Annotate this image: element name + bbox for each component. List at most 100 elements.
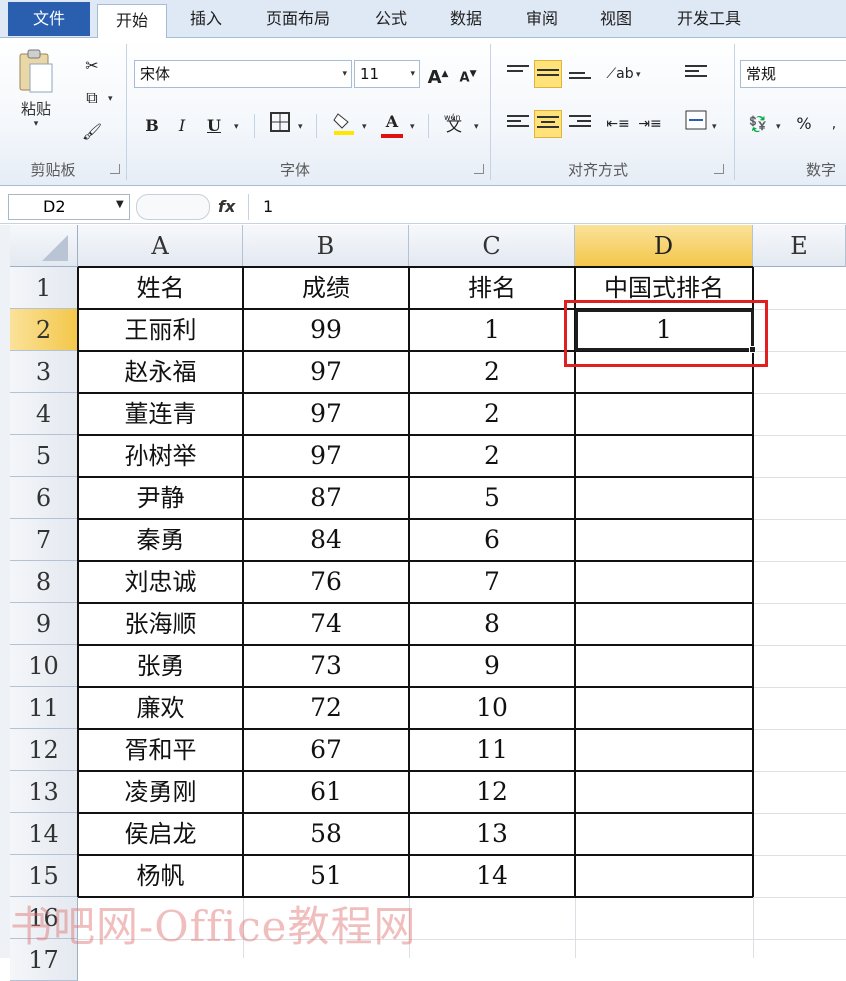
format-painter-icon[interactable]: 🖌 <box>78 118 106 146</box>
formula-bar-resize-handle[interactable] <box>136 194 210 220</box>
column-header-b[interactable]: B <box>243 225 409 267</box>
paste-dropdown-icon[interactable]: ▾ <box>16 119 56 129</box>
align-bottom-button[interactable] <box>566 60 594 88</box>
cell-cn-rank[interactable] <box>575 603 753 645</box>
copy-dropdown-icon[interactable]: ▾ <box>108 94 113 104</box>
font-name-combo[interactable]: 宋体 ▾ <box>134 60 352 88</box>
header-cell-score[interactable]: 成绩 <box>243 267 409 309</box>
column-header-c[interactable]: C <box>409 225 575 267</box>
row-header-7[interactable]: 7 <box>10 519 78 561</box>
merge-dropdown-icon[interactable]: ▾ <box>712 122 717 132</box>
decrease-indent-button[interactable]: ⇤≡ <box>604 110 632 138</box>
cell-cn-rank[interactable] <box>575 729 753 771</box>
row-header-6[interactable]: 6 <box>10 477 78 519</box>
alignment-launcher-icon[interactable] <box>714 164 724 174</box>
underline-dropdown-icon[interactable]: ▾ <box>234 122 239 132</box>
cell-name[interactable]: 张海顺 <box>78 603 243 645</box>
header-cell-rank[interactable]: 排名 <box>409 267 575 309</box>
row-header-2[interactable]: 2 <box>10 309 78 351</box>
cell-name[interactable]: 尹静 <box>78 477 243 519</box>
cell-cn-rank[interactable] <box>575 687 753 729</box>
accounting-dropdown-icon[interactable]: ▾ <box>776 122 781 132</box>
cell-score[interactable]: 72 <box>243 687 409 729</box>
cell-name[interactable]: 杨帆 <box>78 855 243 897</box>
cell-cn-rank[interactable] <box>575 519 753 561</box>
borders-dropdown-icon[interactable]: ▾ <box>298 122 303 132</box>
cell-rank[interactable]: 1 <box>409 309 575 351</box>
cell-rank[interactable]: 2 <box>409 435 575 477</box>
phonetic-button[interactable]: wén 文 <box>438 112 470 140</box>
header-cell-name[interactable]: 姓名 <box>78 267 243 309</box>
font-size-combo[interactable]: 11 ▾ <box>354 60 420 88</box>
cell-name[interactable]: 凌勇刚 <box>78 771 243 813</box>
font-color-dropdown-icon[interactable]: ▾ <box>410 122 415 132</box>
cell-rank[interactable]: 11 <box>409 729 575 771</box>
cell-cn-rank[interactable] <box>575 645 753 687</box>
row-header-14[interactable]: 14 <box>10 813 78 855</box>
cell-rank[interactable]: 12 <box>409 771 575 813</box>
row-header-4[interactable]: 4 <box>10 393 78 435</box>
cell-cn-rank[interactable] <box>575 813 753 855</box>
grow-font-button[interactable]: A▲ <box>424 60 452 88</box>
underline-button[interactable]: U <box>200 112 228 140</box>
clipboard-launcher-icon[interactable] <box>110 164 120 174</box>
fill-color-dropdown-icon[interactable]: ▾ <box>362 122 367 132</box>
align-left-button[interactable] <box>504 110 532 138</box>
cell-rank[interactable]: 2 <box>409 351 575 393</box>
font-launcher-icon[interactable] <box>474 164 484 174</box>
row-header-12[interactable]: 12 <box>10 729 78 771</box>
column-header-d[interactable]: D <box>575 225 753 267</box>
name-box[interactable]: D2 <box>8 194 130 220</box>
phonetic-dropdown-icon[interactable]: ▾ <box>474 122 479 132</box>
cell-score[interactable]: 76 <box>243 561 409 603</box>
cell-score[interactable]: 61 <box>243 771 409 813</box>
cell-cn-rank[interactable] <box>575 477 753 519</box>
cell-cn-rank[interactable] <box>575 435 753 477</box>
cell-name[interactable]: 赵永福 <box>78 351 243 393</box>
accounting-format-button[interactable]: 💱 <box>744 110 772 138</box>
tab-home[interactable]: 开始 <box>97 4 167 40</box>
cell-rank[interactable]: 2 <box>409 393 575 435</box>
orientation-button[interactable]: ⟋ab <box>606 60 634 88</box>
cell-name[interactable]: 侯启龙 <box>78 813 243 855</box>
bold-button[interactable]: B <box>138 112 166 140</box>
cell-cn-rank[interactable] <box>575 855 753 897</box>
comma-style-button[interactable]: , <box>820 110 846 138</box>
cell-name[interactable]: 孙树举 <box>78 435 243 477</box>
row-header-3[interactable]: 3 <box>10 351 78 393</box>
cell-name[interactable]: 胥和平 <box>78 729 243 771</box>
tab-insert[interactable]: 插入 <box>178 0 234 38</box>
cell-name[interactable]: 董连青 <box>78 393 243 435</box>
fill-color-button[interactable] <box>330 110 358 138</box>
cell-score[interactable]: 51 <box>243 855 409 897</box>
cut-icon[interactable]: ✂ <box>78 52 106 80</box>
cell-cn-rank[interactable] <box>575 561 753 603</box>
tab-formulas[interactable]: 公式 <box>362 0 420 38</box>
insert-function-icon[interactable]: fx <box>218 194 244 220</box>
align-middle-button[interactable] <box>534 60 562 88</box>
cell-score[interactable]: 67 <box>243 729 409 771</box>
cell-name[interactable]: 王丽利 <box>78 309 243 351</box>
percent-button[interactable]: % <box>790 110 818 138</box>
cell-cn-rank[interactable] <box>575 771 753 813</box>
cell-name[interactable]: 廉欢 <box>78 687 243 729</box>
column-header-e[interactable]: E <box>753 225 846 267</box>
cell-rank[interactable]: 14 <box>409 855 575 897</box>
cell-score[interactable]: 74 <box>243 603 409 645</box>
cell-rank[interactable]: 8 <box>409 603 575 645</box>
font-color-button[interactable]: A <box>378 108 406 138</box>
cell-score[interactable]: 97 <box>243 393 409 435</box>
increase-indent-button[interactable]: ⇥≡ <box>636 110 664 138</box>
row-header-11[interactable]: 11 <box>10 687 78 729</box>
orientation-dropdown-icon[interactable]: ▾ <box>636 70 641 80</box>
row-header-1[interactable]: 1 <box>10 267 78 309</box>
cell-rank[interactable]: 13 <box>409 813 575 855</box>
align-top-button[interactable] <box>504 60 532 88</box>
cell-name[interactable]: 刘忠诚 <box>78 561 243 603</box>
cell-name[interactable]: 秦勇 <box>78 519 243 561</box>
cell-score[interactable]: 84 <box>243 519 409 561</box>
tab-file[interactable]: 文件 <box>8 2 90 36</box>
row-header-13[interactable]: 13 <box>10 771 78 813</box>
tab-data[interactable]: 数据 <box>436 0 496 38</box>
copy-icon[interactable]: ⧉ <box>78 84 106 112</box>
